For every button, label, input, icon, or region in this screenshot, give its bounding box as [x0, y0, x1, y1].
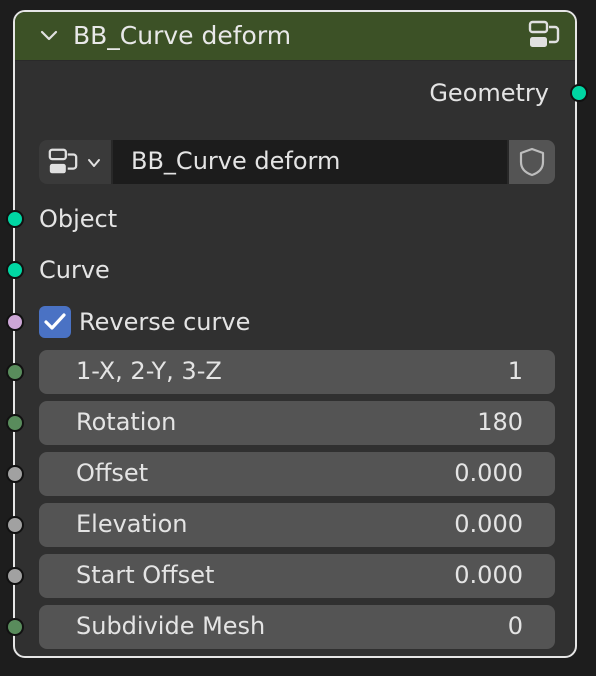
- field-subdivide-mesh[interactable]: Subdivide Mesh 0: [39, 605, 555, 649]
- field-label: 1-X, 2-Y, 3-Z: [76, 357, 222, 385]
- node-header[interactable]: BB_Curve deform: [15, 12, 575, 61]
- socket-object-input[interactable]: [6, 210, 24, 228]
- chevron-down-icon: [88, 159, 100, 167]
- field-label: Subdivide Mesh: [76, 612, 266, 640]
- field-value: 0.000: [454, 459, 523, 487]
- reverse-curve-label[interactable]: Reverse curve: [79, 307, 250, 337]
- field-value: 180: [477, 408, 523, 436]
- node-group-icon: [528, 20, 560, 47]
- field-axis[interactable]: 1-X, 2-Y, 3-Z 1: [39, 350, 555, 394]
- field-start-offset[interactable]: Start Offset 0.000: [39, 554, 555, 598]
- field-label: Elevation: [76, 510, 188, 538]
- field-value: 0: [507, 612, 523, 640]
- field-label: Rotation: [76, 408, 177, 436]
- socket-offset-input[interactable]: [6, 465, 24, 483]
- field-offset[interactable]: Offset 0.000: [39, 452, 555, 496]
- socket-curve-input[interactable]: [6, 261, 24, 279]
- fake-user-button[interactable]: [509, 140, 555, 184]
- socket-reverse-input[interactable]: [6, 313, 24, 331]
- node-group-icon: [48, 148, 78, 174]
- field-rotation[interactable]: Rotation 180: [39, 401, 555, 445]
- input-label-object: Object: [39, 205, 118, 233]
- socket-geometry-output[interactable]: [570, 84, 588, 102]
- field-elevation[interactable]: Elevation 0.000: [39, 503, 555, 547]
- socket-subdivide-mesh-input[interactable]: [6, 618, 24, 636]
- node-title: BB_Curve deform: [73, 21, 292, 50]
- node-group-selector[interactable]: BB_Curve deform: [39, 140, 555, 184]
- group-browse-button[interactable]: [39, 140, 111, 184]
- reverse-curve-checkbox[interactable]: [39, 306, 71, 338]
- node-frame[interactable]: BB_Curve deform Geometry BB_Curve deform: [13, 10, 577, 658]
- socket-rotation-input[interactable]: [6, 414, 24, 432]
- group-name-field[interactable]: BB_Curve deform: [113, 140, 507, 184]
- field-value: 0.000: [454, 510, 523, 538]
- field-label: Start Offset: [76, 561, 215, 589]
- socket-axis-input[interactable]: [6, 363, 24, 381]
- output-label-geometry: Geometry: [429, 79, 549, 107]
- field-label: Offset: [76, 459, 149, 487]
- group-name-text: BB_Curve deform: [131, 147, 341, 175]
- socket-start-offset-input[interactable]: [6, 567, 24, 585]
- check-icon: [44, 313, 66, 330]
- field-value: 1: [507, 357, 523, 385]
- shield-icon: [519, 147, 545, 177]
- field-value: 0.000: [454, 561, 523, 589]
- input-label-curve: Curve: [39, 256, 110, 284]
- socket-elevation-input[interactable]: [6, 516, 24, 534]
- chevron-down-icon[interactable]: [39, 26, 59, 46]
